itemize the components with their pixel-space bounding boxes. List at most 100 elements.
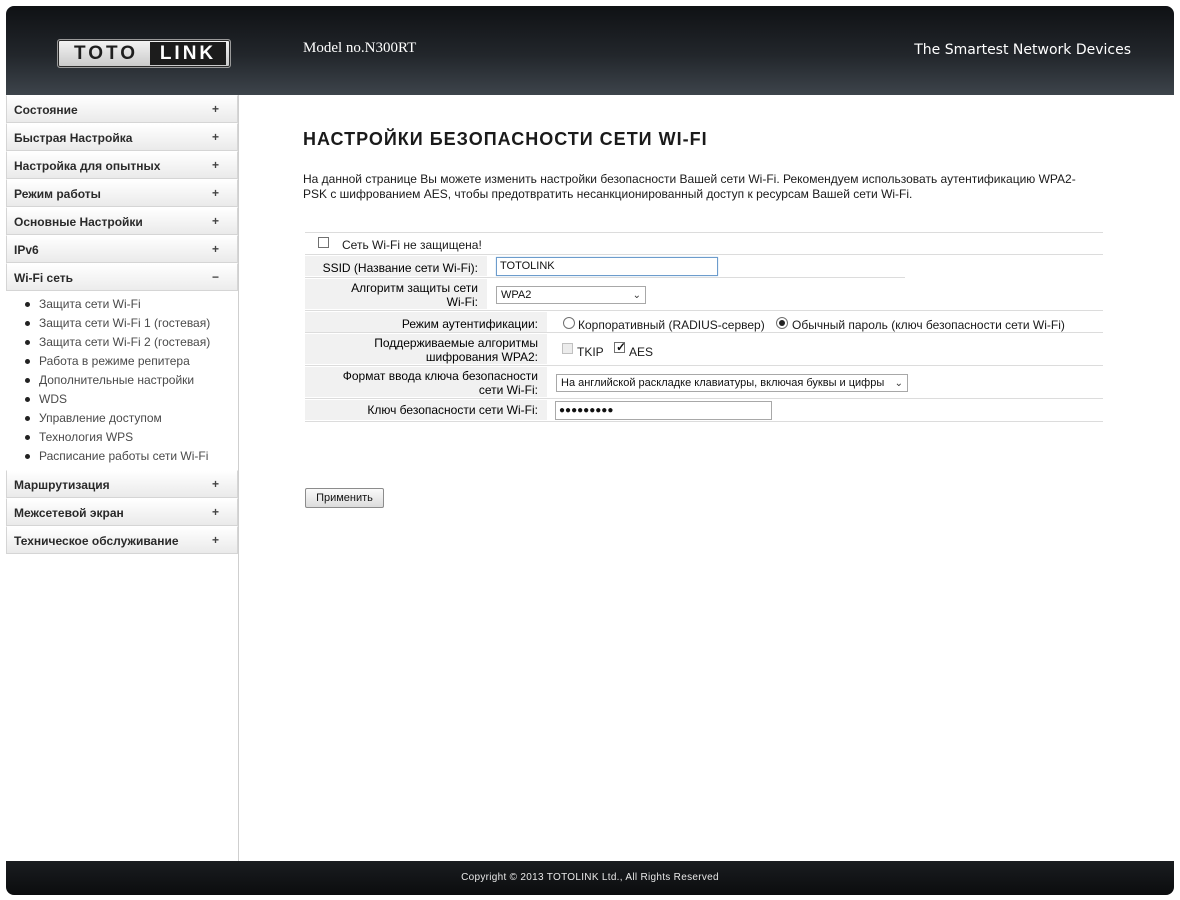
sidebar-menu: Состояние + Быстрая Настройка + Настройк… — [6, 95, 239, 861]
bullet-icon — [25, 397, 30, 402]
divider — [305, 310, 1103, 311]
submenu-item-repeater[interactable]: Работа в режиме репитера — [6, 352, 238, 371]
auth-mode-label: Режим аутентификации: — [401, 317, 538, 331]
unsecured-checkbox-label: Сеть Wi-Fi не защищена! — [342, 238, 482, 252]
menu-ipv6[interactable]: IPv6 + — [6, 235, 238, 263]
submenu-label: Расписание работы сети Wi-Fi — [39, 449, 209, 463]
ciphers-label-line2: шифрования WPA2: — [425, 350, 538, 364]
router-admin-window: TOTO LINK Model no.N300RT The Smartest N… — [6, 6, 1174, 895]
menu-label: Маршрутизация — [14, 478, 110, 492]
expand-icon[interactable]: + — [212, 158, 219, 172]
key-format-label: Формат ввода ключа безопасности сети Wi-… — [305, 369, 538, 397]
key-format-label-line1: Формат ввода ключа безопасности — [342, 369, 538, 383]
tkip-label: TKIP — [577, 345, 604, 359]
menu-label: Состояние — [14, 103, 78, 117]
submenu-item-wifi-security-guest2[interactable]: Защита сети Wi-Fi 2 (гостевая) — [6, 333, 238, 352]
auth-personal-label: Обычный пароль (ключ безопасности сети W… — [792, 318, 1065, 332]
page-description: На данной странице Вы можете изменить на… — [303, 172, 1076, 201]
menu-status[interactable]: Состояние + — [6, 95, 238, 123]
divider — [305, 254, 1103, 255]
aes-label: AES — [629, 345, 654, 359]
submenu-label: Дополнительные настройки — [39, 373, 195, 387]
algorithm-label-line1: Алгоритм защиты сети — [351, 281, 478, 295]
logo-text-left: TOTO — [73, 43, 139, 64]
auth-enterprise-radio[interactable] — [563, 317, 575, 329]
submenu-item-wifi-security-guest1[interactable]: Защита сети Wi-Fi 1 (гостевая) — [6, 314, 238, 333]
divider — [305, 365, 1103, 366]
main-content: НАСТРОЙКИ БЕЗОПАСНОСТИ СЕТИ WI-FI На дан… — [239, 95, 1174, 861]
divider — [305, 332, 1103, 333]
submenu-label: Защита сети Wi-Fi 1 (гостевая) — [39, 316, 211, 330]
submenu-label: Работа в режиме репитера — [39, 354, 190, 368]
unsecured-checkbox[interactable] — [318, 237, 329, 248]
algorithm-select[interactable]: WPA2 ⌄ — [496, 286, 646, 304]
bullet-icon — [25, 416, 30, 421]
model-number: Model no.N300RT — [303, 40, 417, 56]
expand-icon[interactable]: + — [212, 130, 219, 144]
expand-icon[interactable]: + — [212, 214, 219, 228]
chevron-down-icon: ⌄ — [632, 290, 641, 301]
key-format-select-value: На английской раскладке клавиатуры, вклю… — [561, 377, 885, 389]
bullet-icon — [25, 359, 30, 364]
menu-firewall[interactable]: Межсетевой экран + — [6, 498, 238, 526]
divider — [305, 398, 1103, 399]
key-input[interactable]: ●●●●●●●●● — [555, 401, 772, 420]
bullet-icon — [25, 302, 30, 307]
menu-basic-settings[interactable]: Основные Настройки + — [6, 207, 238, 235]
bullet-icon — [25, 378, 30, 383]
footer-bar: Copyright © 2013 TOTOLINK Ltd., All Righ… — [6, 861, 1174, 895]
key-format-label-line2: сети Wi-Fi: — [478, 383, 538, 397]
bullet-icon — [25, 321, 30, 326]
header-bar: TOTO LINK Model no.N300RT The Smartest N… — [6, 6, 1174, 95]
algorithm-select-value: WPA2 — [501, 289, 532, 301]
menu-maintenance[interactable]: Техническое обслуживание + — [6, 526, 238, 554]
menu-quick-setup[interactable]: Быстрая Настройка + — [6, 123, 238, 151]
divider — [305, 232, 1103, 233]
ciphers-label: Поддерживаемые алгоритмы шифрования WPA2… — [305, 336, 538, 364]
bullet-icon — [25, 435, 30, 440]
tkip-checkbox[interactable] — [562, 343, 573, 354]
submenu-item-schedule[interactable]: Расписание работы сети Wi-Fi — [6, 447, 238, 466]
submenu-item-wps[interactable]: Технология WPS — [6, 428, 238, 447]
auth-personal-radio[interactable] — [776, 317, 788, 329]
wifi-submenu: Защита сети Wi-Fi Защита сети Wi-Fi 1 (г… — [6, 291, 238, 470]
key-format-select[interactable]: На английской раскладке клавиатуры, вклю… — [556, 374, 908, 392]
logo-text-right: LINK — [150, 42, 226, 65]
algorithm-label: Алгоритм защиты сети Wi-Fi: — [305, 281, 478, 309]
expand-icon[interactable]: + — [212, 102, 219, 116]
submenu-label: WDS — [39, 392, 67, 406]
checkmark-icon: ✓ — [616, 340, 627, 354]
submenu-label: Управление доступом — [39, 411, 162, 425]
menu-label: Wi-Fi сеть — [14, 271, 73, 285]
submenu-item-wds[interactable]: WDS — [6, 390, 238, 409]
submenu-item-wifi-security[interactable]: Защита сети Wi-Fi — [6, 295, 238, 314]
ciphers-label-line1: Поддерживаемые алгоритмы — [374, 336, 538, 350]
collapse-icon[interactable]: − — [212, 270, 219, 284]
expand-icon[interactable]: + — [212, 505, 219, 519]
menu-label: Настройка для опытных — [14, 159, 161, 173]
ssid-input[interactable]: TOTOLINK — [496, 257, 718, 276]
expand-icon[interactable]: + — [212, 533, 219, 547]
algorithm-label-line2: Wi-Fi: — [446, 295, 478, 309]
divider — [305, 277, 905, 278]
radio-selected-dot — [779, 320, 785, 326]
menu-routing[interactable]: Маршрутизация + — [6, 470, 238, 498]
expand-icon[interactable]: + — [212, 186, 219, 200]
menu-advanced-setup[interactable]: Настройка для опытных + — [6, 151, 238, 179]
submenu-label: Защита сети Wi-Fi 2 (гостевая) — [39, 335, 211, 349]
aes-checkbox[interactable]: ✓ — [614, 340, 627, 354]
menu-wifi[interactable]: Wi-Fi сеть − — [6, 263, 238, 291]
bullet-icon — [25, 454, 30, 459]
ssid-label: SSID (Название сети Wi-Fi): — [322, 261, 478, 275]
expand-icon[interactable]: + — [212, 242, 219, 256]
menu-operation-mode[interactable]: Режим работы + — [6, 179, 238, 207]
submenu-item-advanced[interactable]: Дополнительные настройки — [6, 371, 238, 390]
menu-label: Техническое обслуживание — [14, 534, 179, 548]
totolink-logo: TOTO LINK — [57, 39, 231, 68]
menu-label: Межсетевой экран — [14, 506, 124, 520]
divider — [305, 421, 1103, 422]
expand-icon[interactable]: + — [212, 477, 219, 491]
chevron-down-icon: ⌄ — [894, 378, 903, 389]
apply-button[interactable]: Применить — [305, 488, 384, 508]
submenu-item-access-control[interactable]: Управление доступом — [6, 409, 238, 428]
